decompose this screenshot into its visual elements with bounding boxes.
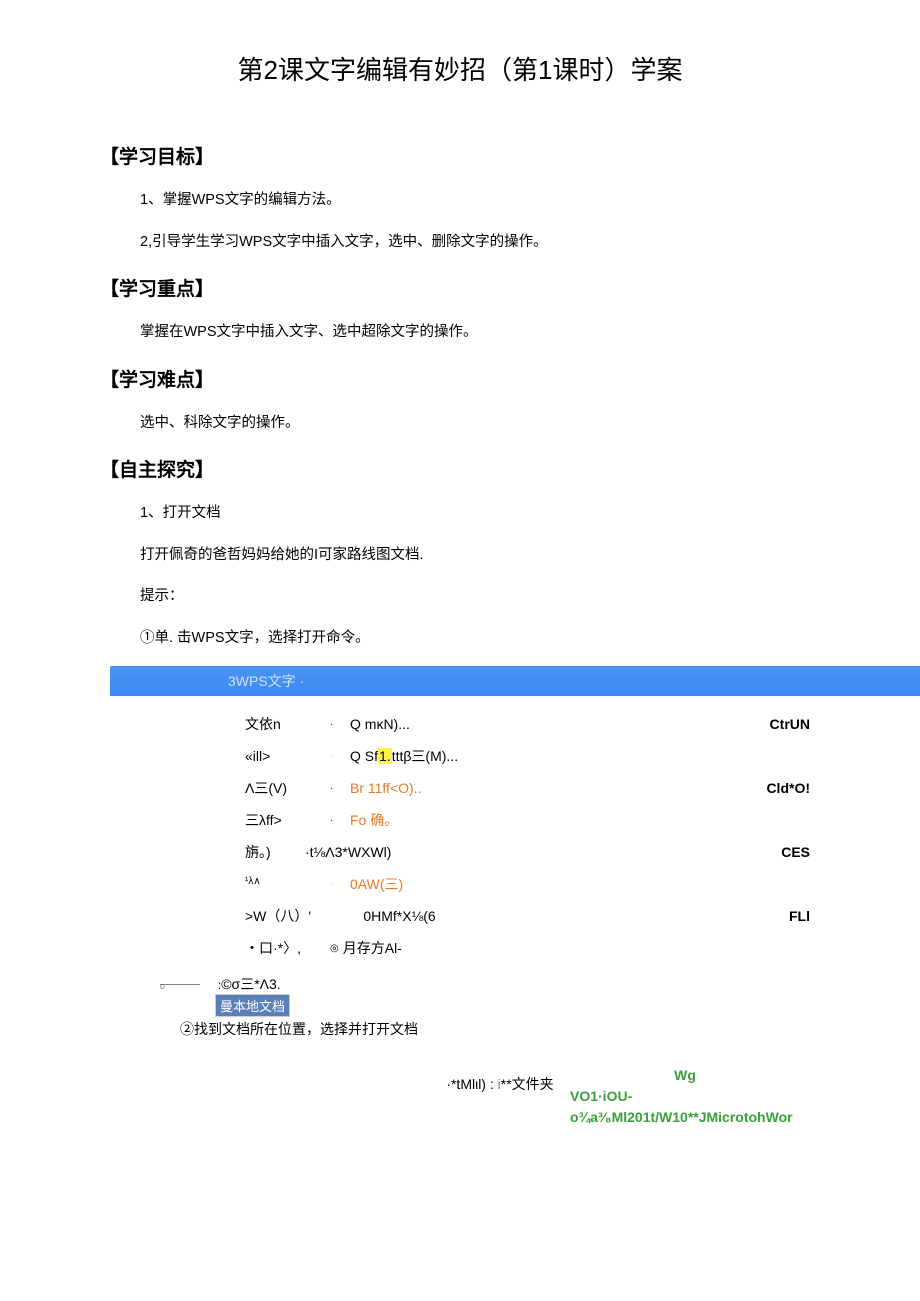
green-text-block: Wg VO1·iOU- o¾a³⁄₈Ml201t/W10**JMicrotohW…	[570, 1065, 800, 1128]
menu-label: ◎月存方Al-	[330, 938, 690, 958]
menu-row: >W（八）' 0HMf*X⅛(6 FLl	[245, 900, 810, 932]
copyright-line: o :©σ三*Λ3.	[160, 974, 920, 994]
tip-label: 提示：	[140, 583, 920, 611]
heading-explore: 【自主探究】	[100, 455, 920, 482]
tip-1: ①单. 击WPS文字，选择打开命令。	[140, 625, 920, 653]
underline: o	[160, 984, 200, 985]
shortcut: CES	[690, 844, 810, 860]
menu-item: ¹λ∧	[245, 876, 330, 893]
menu-row: Λ三(V) · Br 11ff<O).. Cld*O!	[245, 772, 810, 804]
menu-label: 0HMf*X⅛(6	[340, 908, 690, 924]
menu-label: Q Sf1.tttβ三(M)...	[350, 746, 690, 766]
menu-item: «ill>	[245, 748, 330, 764]
menu-item: >W（八）'	[245, 906, 340, 926]
menu-item: ・口·*〉,	[245, 938, 330, 958]
menu-row: ・口·*〉, ◎月存方Al-	[245, 932, 810, 964]
step-1-desc: 打开佩奇的爸哲妈妈给她的I可家路线图文档.	[140, 542, 920, 570]
shortcut: Cld*O!	[690, 780, 810, 796]
menu-row: 旃。) ·t⅛Λ3*WXWl) CES	[245, 836, 810, 868]
menu-item: Λ三(V)	[245, 778, 330, 798]
heading-focus: 【学习重点】	[100, 274, 920, 301]
local-doc-button[interactable]: 曼本地文档	[215, 994, 290, 1017]
heading-goals: 【学习目标】	[100, 142, 920, 169]
menu-label: ·t⅛Λ3*WXWl)	[305, 844, 690, 860]
menu-row: 三λff> · Fo 确。	[245, 804, 810, 836]
page-title: 第2课文字编辑有妙招（第1课时）学案	[0, 50, 920, 87]
menu-label: Q mκN)...	[350, 716, 690, 732]
menu-item: 旃。)	[245, 842, 305, 862]
shortcut: CtrUN	[690, 716, 810, 732]
menu-row: ¹λ∧ · 0AW(三)	[245, 868, 810, 900]
tip-2: ②找到文档所在位置，选择并打开文档	[180, 1019, 810, 1039]
difficulty-text: 选中、科除文字的操作。	[140, 410, 920, 438]
goal-item-2: 2,引导学生学习WPS文字中插入文字，选中、删除文字的操作。	[140, 229, 920, 257]
wps-menu-bar: 3WPS文字 ·	[110, 666, 920, 696]
step-1: 1、打开文档	[140, 500, 920, 528]
heading-difficulty: 【学习难点】	[100, 365, 920, 392]
menu-row: «ill> · Q Sf1.tttβ三(M)...	[245, 740, 810, 772]
menu-item: 三λff>	[245, 810, 330, 830]
shortcut: FLl	[690, 908, 810, 924]
goal-item-1: 1、掌握WPS文字的编辑方法。	[140, 187, 920, 215]
menu-label: 0AW(三)	[350, 874, 690, 894]
menu-bar-text: 3WPS文字 ·	[220, 671, 304, 691]
menu-row: 文依n · Q mκN)... CtrUN	[245, 708, 810, 740]
menu-label: Br 11ff<O)..	[350, 780, 690, 796]
footer-area: 曼本地文档 ②找到文档所在位置，选择并打开文档	[180, 994, 810, 1039]
menu-label: Fo 确。	[350, 810, 690, 830]
menu-item: 文依n	[245, 714, 330, 734]
focus-text: 掌握在WPS文字中插入文字、选中超除文字的操作。	[140, 319, 920, 347]
document-page: 第2课文字编辑有妙招（第1课时）学案 【学习目标】 1、掌握WPS文字的编辑方法…	[0, 0, 920, 1301]
